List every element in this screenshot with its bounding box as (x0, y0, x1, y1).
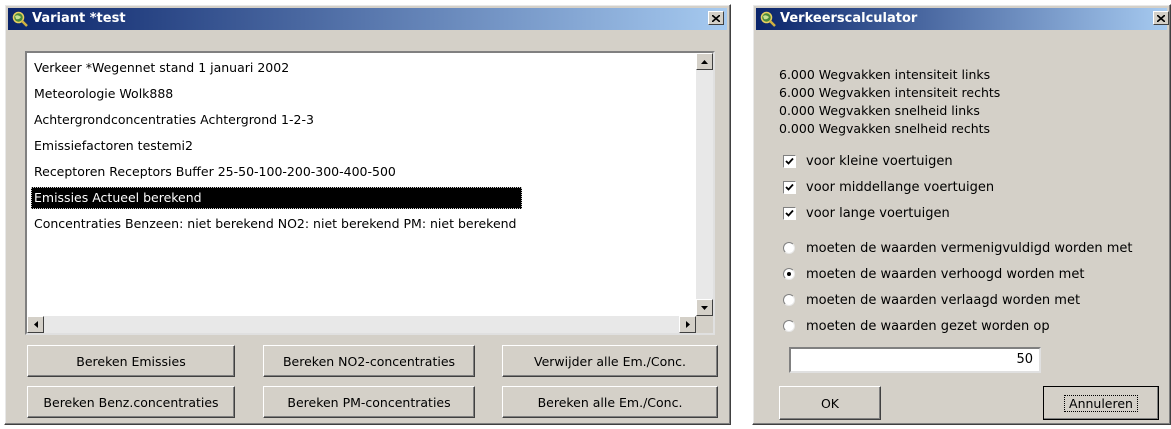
variant-window-title: Variant *test (32, 11, 126, 26)
checkbox-lange-voertuigen[interactable]: voor lange voertuigen (783, 203, 950, 223)
magnifier-globe-icon (760, 11, 776, 27)
ok-button[interactable]: OK (779, 386, 881, 420)
checkbox-middellange-voertuigen[interactable]: voor middellange voertuigen (783, 177, 994, 197)
scroll-left-button[interactable] (27, 316, 44, 333)
info-line: 6.000 Wegvakken intensiteit rechts (779, 85, 1001, 100)
radio-button[interactable] (783, 320, 795, 332)
list-item[interactable]: Verkeer *Wegennet stand 1 januari 2002 (31, 57, 694, 79)
vertical-scrollbar[interactable] (696, 53, 713, 316)
radio-button[interactable] (783, 242, 795, 254)
triangle-down-icon (701, 305, 708, 310)
checkbox-checked[interactable] (783, 180, 796, 194)
variant-listbox[interactable]: Verkeer *Wegennet stand 1 januari 2002 M… (25, 51, 715, 335)
list-item[interactable]: Achtergrondconcentraties Achtergrond 1-2… (31, 109, 694, 131)
radio-button[interactable] (783, 294, 795, 306)
radio-label: moeten de waarden gezet worden op (806, 318, 1050, 334)
checkbox-label: voor lange voertuigen (806, 205, 950, 221)
radio-vermenigvuldigd[interactable]: moeten de waarden vermenigvuldigd worden… (783, 238, 1132, 258)
info-line: 0.000 Wegvakken snelheid links (779, 103, 980, 118)
horizontal-scrollbar[interactable] (27, 316, 696, 333)
checkbox-checked[interactable] (783, 206, 796, 220)
checkbox-label: voor middellange voertuigen (806, 179, 995, 195)
list-item[interactable]: Emissiefactoren testemi2 (31, 135, 694, 157)
variant-titlebar[interactable]: Variant *test (8, 8, 727, 30)
annuleren-button[interactable]: Annuleren (1043, 386, 1159, 420)
bereken-no2-button[interactable]: Bereken NO2-concentraties (263, 345, 475, 377)
bereken-benz-button[interactable]: Bereken Benz.concentraties (27, 386, 235, 418)
listbox-content: Verkeer *Wegennet stand 1 januari 2002 M… (27, 53, 696, 316)
checkmark-icon (785, 209, 794, 217)
info-line: 6.000 Wegvakken intensiteit links (779, 67, 991, 82)
bereken-emissies-button[interactable]: Bereken Emissies (27, 345, 235, 377)
scroll-up-button[interactable] (696, 53, 713, 70)
annuleren-label: Annuleren (1064, 394, 1138, 412)
calc-close-button[interactable] (1153, 11, 1169, 25)
info-line: 0.000 Wegvakken snelheid rechts (779, 121, 991, 136)
bereken-pm-button[interactable]: Bereken PM-concentraties (263, 386, 475, 418)
calc-titlebar[interactable]: Verkeerscalculator (756, 8, 1169, 30)
verwijder-alle-button[interactable]: Verwijder alle Em./Conc. (502, 345, 718, 377)
bereken-alle-button[interactable]: Bereken alle Em./Conc. (502, 386, 718, 418)
checkbox-kleine-voertuigen[interactable]: voor kleine voertuigen (783, 151, 953, 171)
radio-dot (787, 272, 791, 276)
magnifier-globe-icon (12, 11, 28, 27)
triangle-left-icon (33, 321, 38, 328)
verkeerscalculator-window: Verkeerscalculator 6.000 Wegvakken inten… (752, 4, 1171, 425)
scroll-right-button[interactable] (679, 316, 696, 333)
radio-verlaagd[interactable]: moeten de waarden verlaagd worden met (783, 290, 1080, 310)
variant-close-button[interactable] (708, 11, 724, 25)
list-item[interactable]: Receptoren Receptors Buffer 25-50-100-20… (31, 161, 694, 183)
radio-gezet[interactable]: moeten de waarden gezet worden op (783, 316, 1050, 336)
scrollbar-corner (696, 316, 713, 333)
radio-label: moeten de waarden verhoogd worden met (806, 266, 1085, 282)
triangle-up-icon (701, 59, 708, 64)
close-x-icon (1157, 14, 1165, 22)
list-item[interactable]: Concentraties Benzeen: niet berekend NO2… (31, 213, 694, 235)
variant-window: Variant *test Verkeer *Wegennet stand 1 … (4, 4, 731, 425)
scroll-down-button[interactable] (696, 299, 713, 316)
list-item[interactable]: Meteorologie Wolk888 (31, 83, 694, 105)
radio-label: moeten de waarden verlaagd worden met (806, 292, 1081, 308)
list-item-selected[interactable]: Emissies Actueel berekend (31, 187, 522, 209)
checkmark-icon (785, 157, 794, 165)
checkbox-checked[interactable] (783, 154, 796, 168)
triangle-right-icon (685, 321, 690, 328)
radio-label: moeten de waarden vermenigvuldigd worden… (806, 240, 1133, 256)
close-x-icon (712, 14, 720, 22)
checkmark-icon (785, 183, 794, 191)
checkbox-label: voor kleine voertuigen (806, 153, 953, 169)
radio-verhoogd[interactable]: moeten de waarden verhoogd worden met (783, 264, 1084, 284)
value-input[interactable]: 50 (789, 347, 1041, 373)
radio-button-selected[interactable] (783, 268, 795, 280)
calc-window-title: Verkeerscalculator (780, 11, 918, 26)
